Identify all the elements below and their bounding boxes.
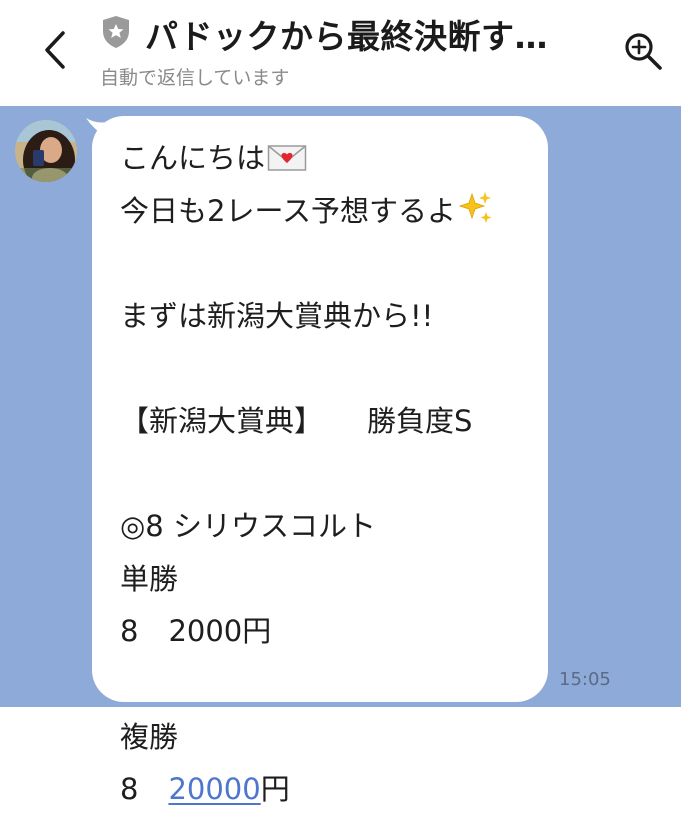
message-line: こんにちは [120, 132, 540, 185]
search-icon[interactable] [622, 30, 664, 72]
message-line: 今日も2レース予想するよ [120, 185, 540, 238]
sparkles-icon [458, 191, 492, 223]
chevron-left-icon [45, 31, 65, 69]
envelope-heart-icon [267, 145, 307, 171]
message-text: こんにちは 今日も2レース予想するよ まずは新潟大賞典から!! 【新潟大賞典】勝… [120, 132, 540, 816]
chat-title: パドックから最終決断す… [145, 17, 548, 56]
message-line: 8 20000円 [120, 772, 290, 807]
chat-status: 自動で返信しています [100, 67, 290, 89]
message-line: ◎8 シリウスコルト [120, 509, 376, 544]
shield-icon [103, 16, 129, 48]
phone-number-link[interactable]: 20000 [168, 772, 260, 806]
message-line: 【新潟大賞典】 勝負度S [120, 403, 473, 438]
back-button[interactable] [30, 22, 80, 78]
message-line: 8 2000円 [120, 614, 272, 649]
message-line: 単勝 [120, 561, 179, 596]
chat-header: パドックから最終決断す… 自動で返信しています [0, 0, 681, 106]
avatar[interactable] [15, 120, 77, 182]
chat-area[interactable]: こんにちは 今日も2レース予想するよ まずは新潟大賞典から!! 【新潟大賞典】勝… [0, 106, 681, 806]
message-timestamp: 15:05 [559, 669, 611, 690]
message-line: まずは新潟大賞典から!! [120, 298, 434, 333]
message-line: 複勝 [120, 719, 179, 754]
